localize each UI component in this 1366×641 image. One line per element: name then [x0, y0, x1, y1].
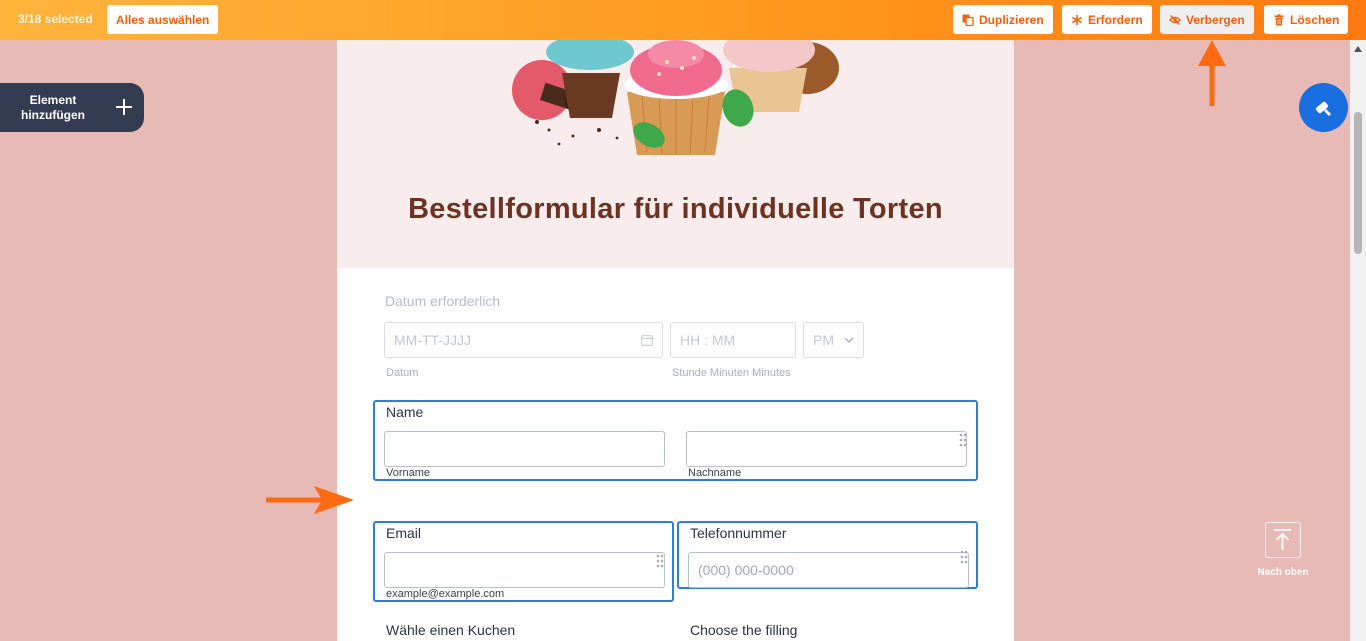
add-element-label-line2: hinzufügen	[21, 107, 85, 122]
annotation-arrow-right	[266, 486, 354, 514]
date-placeholder: MM-TT-JJJJ	[394, 332, 471, 348]
trash-icon	[1273, 13, 1285, 26]
require-label: Erfordern	[1088, 12, 1143, 27]
selection-toolbar: 3/18 selected Alles auswählen Dupliziere…	[0, 0, 1366, 40]
selected-count: 3/18 selected	[18, 12, 93, 26]
email-sublabel: example@example.com	[386, 588, 505, 600]
name-label: Name	[386, 404, 424, 420]
first-name-input[interactable]	[384, 431, 665, 467]
drag-handle-icon[interactable]	[656, 554, 664, 568]
email-label: Email	[386, 525, 422, 541]
form-card: Bestellformular für individuelle Torten …	[337, 40, 1014, 641]
hide-button[interactable]: Verbergen	[1160, 5, 1254, 34]
name-field-selected[interactable]: Name Vorname Nachname	[373, 400, 978, 481]
back-to-top-button[interactable]	[1265, 522, 1301, 558]
annotation-arrow-up	[1198, 40, 1226, 106]
duplicate-button[interactable]: Duplizieren	[953, 5, 1053, 34]
phone-placeholder: (000) 000-0000	[698, 562, 794, 578]
chevron-down-icon	[844, 337, 854, 343]
add-element-label-line1: Element	[29, 92, 77, 107]
phone-input[interactable]: (000) 000-0000	[688, 552, 969, 588]
add-element-label: Element hinzufügen	[0, 93, 106, 123]
phone-label: Telefonnummer	[690, 525, 787, 541]
drag-handle-icon[interactable]	[959, 433, 967, 447]
arrow-up-icon	[1274, 529, 1291, 550]
filling-label: Choose the filling	[690, 622, 798, 638]
asterisk-icon	[1071, 14, 1083, 26]
plus-icon	[116, 99, 132, 115]
first-name-sublabel: Vorname	[386, 467, 431, 479]
date-input[interactable]: MM-TT-JJJJ	[384, 322, 663, 358]
email-input[interactable]	[384, 552, 665, 588]
form-header: Bestellformular für individuelle Torten	[337, 40, 1014, 268]
scroll-up-arrow-icon[interactable]	[1354, 46, 1362, 52]
form-designer-button[interactable]	[1299, 83, 1348, 132]
time-sublabel: Stunde Minuten Minutes	[672, 367, 791, 379]
scrollbar[interactable]	[1350, 40, 1366, 641]
date-sublabel: Datum	[386, 367, 419, 379]
time-input[interactable]: HH : MM	[670, 322, 796, 358]
cupcakes-image	[512, 40, 839, 155]
ampm-select[interactable]: PM	[803, 322, 864, 358]
back-to-top-label: Nach oben	[1257, 567, 1309, 578]
select-all-label: Alles auswählen	[116, 12, 210, 27]
require-button[interactable]: Erfordern	[1062, 5, 1152, 34]
cake-label: Wähle einen Kuchen	[386, 622, 516, 638]
calendar-icon[interactable]	[641, 334, 653, 346]
ampm-value: PM	[813, 332, 834, 348]
last-name-input[interactable]	[686, 431, 967, 467]
time-placeholder: HH : MM	[680, 332, 736, 348]
duplicate-icon	[962, 14, 974, 26]
delete-label: Löschen	[1290, 12, 1340, 27]
add-element-button[interactable]: Element hinzufügen	[0, 83, 144, 132]
form-title: Bestellformular für individuelle Torten	[408, 193, 943, 225]
phone-field-selected[interactable]: Telefonnummer (000) 000-0000	[677, 521, 978, 589]
last-name-sublabel: Nachname	[688, 467, 742, 479]
select-all-button[interactable]: Alles auswählen	[107, 5, 219, 34]
drag-handle-icon[interactable]	[960, 550, 968, 564]
paint-roller-icon	[1315, 101, 1331, 116]
eye-off-icon	[1169, 14, 1181, 26]
email-field-selected[interactable]: Email example@example.com	[373, 521, 674, 602]
hide-label: Verbergen	[1186, 12, 1245, 27]
date-label: Datum erforderlich	[385, 293, 501, 309]
duplicate-label: Duplizieren	[979, 12, 1044, 27]
delete-button[interactable]: Löschen	[1264, 5, 1349, 34]
scrollbar-thumb[interactable]	[1354, 112, 1362, 254]
